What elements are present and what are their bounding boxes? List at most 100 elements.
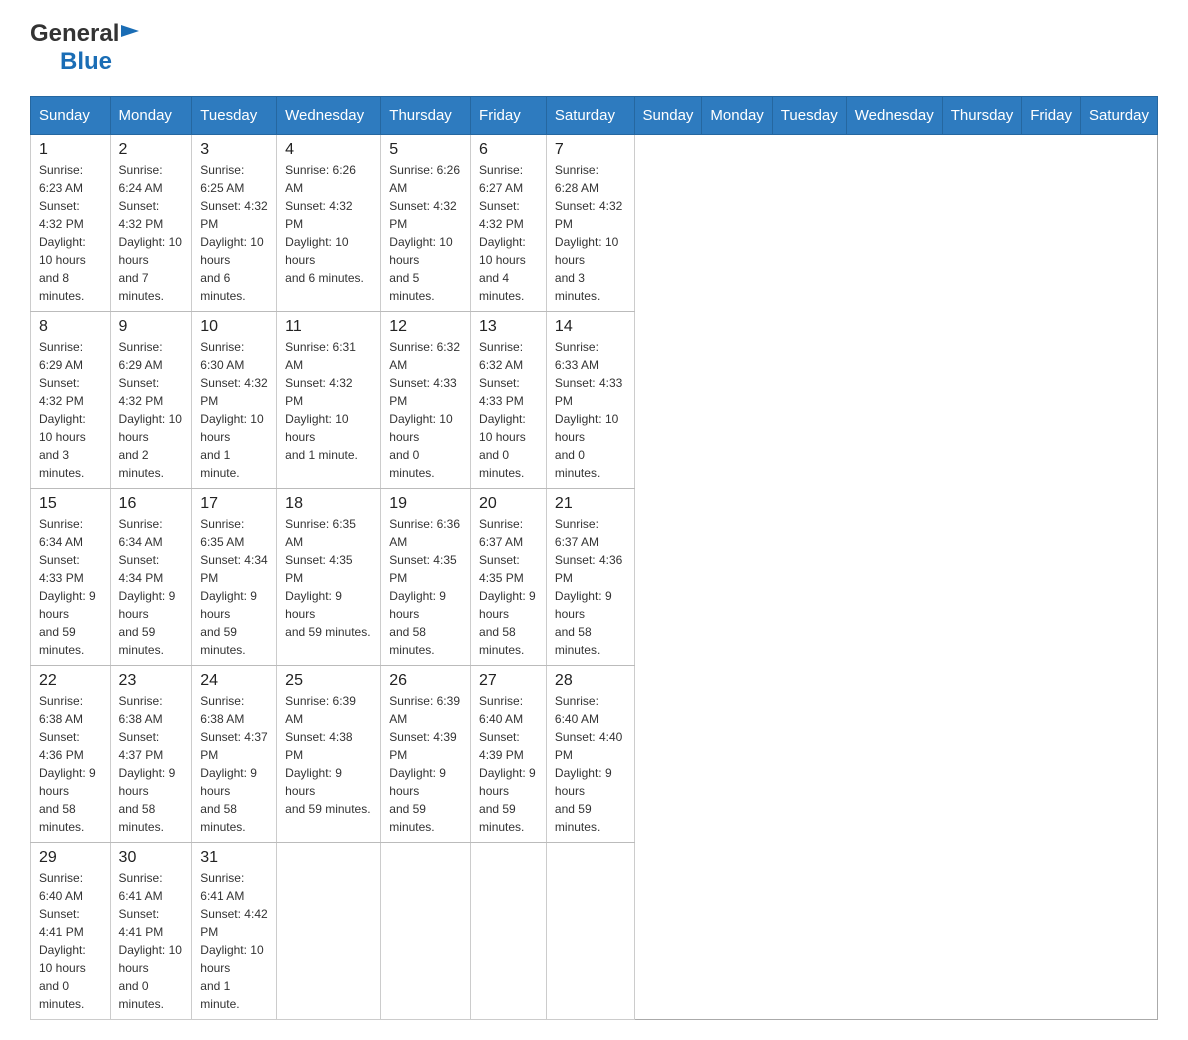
week-row-4: 22 Sunrise: 6:38 AMSunset: 4:36 PMDayligh… [31, 666, 1158, 843]
week-row-5: 29 Sunrise: 6:40 AMSunset: 4:41 PMDayligh… [31, 843, 1158, 1020]
day-info: Sunrise: 6:37 AMSunset: 4:35 PMDaylight:… [479, 515, 538, 659]
day-cell: 17Sunrise: 6:35 AMSunset: 4:34 PMDayligh… [192, 489, 277, 666]
day-number: 24 [200, 672, 268, 690]
weekday-saturday: Saturday [546, 97, 634, 135]
day-cell: 31Sunrise: 6:41 AMSunset: 4:42 PMDayligh… [192, 843, 277, 1020]
day-cell: 27 Sunrise: 6:40 AMSunset: 4:39 PMDayligh… [471, 666, 547, 843]
day-number: 25 [285, 672, 372, 690]
day-number: 4 [285, 141, 372, 159]
weekday-sunday: Sunday [31, 97, 111, 135]
day-number: 6 [479, 141, 538, 159]
day-number: 13 [479, 318, 538, 336]
weekday-header-saturday: Saturday [1080, 97, 1157, 135]
day-info: Sunrise: 6:23 AMSunset: 4:32 PMDaylight:… [39, 161, 102, 305]
day-number: 31 [200, 849, 268, 867]
day-cell: 28Sunrise: 6:40 AMSunset: 4:40 PMDayligh… [546, 666, 634, 843]
day-number: 15 [39, 495, 102, 513]
weekday-header-sunday: Sunday [634, 97, 702, 135]
day-info: Sunrise: 6:40 AMSunset: 4:41 PMDaylight:… [39, 869, 102, 1013]
day-info: Sunrise: 6:28 AMSunset: 4:32 PMDaylight:… [555, 161, 626, 305]
day-info: Sunrise: 6:38 AMSunset: 4:37 PMDaylight:… [119, 692, 184, 836]
week-row-1: 1 Sunrise: 6:23 AMSunset: 4:32 PMDaylight… [31, 135, 1158, 312]
weekday-header-friday: Friday [1022, 97, 1081, 135]
day-info: Sunrise: 6:40 AMSunset: 4:39 PMDaylight:… [479, 692, 538, 836]
day-cell: 25 Sunrise: 6:39 AMSunset: 4:38 PMDayligh… [277, 666, 381, 843]
weekday-header-monday: Monday [702, 97, 772, 135]
day-cell: 29 Sunrise: 6:40 AMSunset: 4:41 PMDayligh… [31, 843, 111, 1020]
day-number: 22 [39, 672, 102, 690]
day-cell: 19 Sunrise: 6:36 AMSunset: 4:35 PMDayligh… [381, 489, 471, 666]
day-cell: 12Sunrise: 6:32 AMSunset: 4:33 PMDayligh… [381, 312, 471, 489]
weekday-wednesday: Wednesday [277, 97, 381, 135]
day-number: 1 [39, 141, 102, 159]
day-number: 27 [479, 672, 538, 690]
day-number: 14 [555, 318, 626, 336]
day-cell: 21 Sunrise: 6:37 AMSunset: 4:36 PMDayligh… [546, 489, 634, 666]
day-cell: 30Sunrise: 6:41 AMSunset: 4:41 PMDayligh… [110, 843, 192, 1020]
day-info: Sunrise: 6:27 AMSunset: 4:32 PMDaylight:… [479, 161, 538, 305]
day-info: Sunrise: 6:34 AMSunset: 4:34 PMDaylight:… [119, 515, 184, 659]
day-number: 3 [200, 141, 268, 159]
day-cell: 10Sunrise: 6:30 AMSunset: 4:32 PMDayligh… [192, 312, 277, 489]
day-info: Sunrise: 6:38 AMSunset: 4:37 PMDaylight:… [200, 692, 268, 836]
weekday-friday: Friday [471, 97, 547, 135]
day-info: Sunrise: 6:39 AMSunset: 4:38 PMDaylight:… [285, 692, 372, 818]
day-info: Sunrise: 6:26 AMSunset: 4:32 PMDaylight:… [389, 161, 462, 305]
day-info: Sunrise: 6:25 AMSunset: 4:32 PMDaylight:… [200, 161, 268, 305]
day-info: Sunrise: 6:24 AMSunset: 4:32 PMDaylight:… [119, 161, 184, 305]
day-number: 12 [389, 318, 462, 336]
day-cell [471, 843, 547, 1020]
day-info: Sunrise: 6:32 AMSunset: 4:33 PMDaylight:… [479, 338, 538, 482]
day-info: Sunrise: 6:34 AMSunset: 4:33 PMDaylight:… [39, 515, 102, 659]
day-number: 26 [389, 672, 462, 690]
logo-general-text: General [30, 20, 119, 48]
day-info: Sunrise: 6:37 AMSunset: 4:36 PMDaylight:… [555, 515, 626, 659]
day-number: 19 [389, 495, 462, 513]
day-number: 18 [285, 495, 372, 513]
day-info: Sunrise: 6:35 AMSunset: 4:35 PMDaylight:… [285, 515, 372, 641]
weekday-header-tuesday: Tuesday [772, 97, 846, 135]
weekday-header-wednesday: Wednesday [846, 97, 942, 135]
day-number: 23 [119, 672, 184, 690]
day-cell: 7Sunrise: 6:28 AMSunset: 4:32 PMDaylight… [546, 135, 634, 312]
weekday-thursday: Thursday [381, 97, 471, 135]
day-number: 5 [389, 141, 462, 159]
day-cell [277, 843, 381, 1020]
day-number: 21 [555, 495, 626, 513]
day-info: Sunrise: 6:38 AMSunset: 4:36 PMDaylight:… [39, 692, 102, 836]
day-cell: 14 Sunrise: 6:33 AMSunset: 4:33 PMDayligh… [546, 312, 634, 489]
day-cell: 6 Sunrise: 6:27 AMSunset: 4:32 PMDaylight… [471, 135, 547, 312]
weekday-header-thursday: Thursday [942, 97, 1022, 135]
day-cell: 26 Sunrise: 6:39 AMSunset: 4:39 PMDayligh… [381, 666, 471, 843]
day-cell: 3 Sunrise: 6:25 AMSunset: 4:32 PMDaylight… [192, 135, 277, 312]
day-cell: 16 Sunrise: 6:34 AMSunset: 4:34 PMDayligh… [110, 489, 192, 666]
week-row-3: 15 Sunrise: 6:34 AMSunset: 4:33 PMDayligh… [31, 489, 1158, 666]
logo-blue-text: Blue [60, 48, 112, 76]
day-info: Sunrise: 6:39 AMSunset: 4:39 PMDaylight:… [389, 692, 462, 836]
logo: General Blue [30, 20, 139, 76]
day-number: 20 [479, 495, 538, 513]
day-cell: 15 Sunrise: 6:34 AMSunset: 4:33 PMDayligh… [31, 489, 111, 666]
day-number: 30 [119, 849, 184, 867]
day-number: 11 [285, 318, 372, 336]
day-cell: 13 Sunrise: 6:32 AMSunset: 4:33 PMDayligh… [471, 312, 547, 489]
week-row-2: 8Sunrise: 6:29 AMSunset: 4:32 PMDaylight… [31, 312, 1158, 489]
day-cell: 2 Sunrise: 6:24 AMSunset: 4:32 PMDaylight… [110, 135, 192, 312]
day-number: 10 [200, 318, 268, 336]
day-cell: 5 Sunrise: 6:26 AMSunset: 4:32 PMDaylight… [381, 135, 471, 312]
day-info: Sunrise: 6:36 AMSunset: 4:35 PMDaylight:… [389, 515, 462, 659]
day-info: Sunrise: 6:40 AMSunset: 4:40 PMDaylight:… [555, 692, 626, 836]
day-number: 16 [119, 495, 184, 513]
day-info: Sunrise: 6:33 AMSunset: 4:33 PMDaylight:… [555, 338, 626, 482]
day-cell: 22 Sunrise: 6:38 AMSunset: 4:36 PMDayligh… [31, 666, 111, 843]
day-info: Sunrise: 6:29 AMSunset: 4:32 PMDaylight:… [119, 338, 184, 482]
day-number: 2 [119, 141, 184, 159]
day-cell: 11Sunrise: 6:31 AMSunset: 4:32 PMDayligh… [277, 312, 381, 489]
day-cell: 20 Sunrise: 6:37 AMSunset: 4:35 PMDayligh… [471, 489, 547, 666]
weekday-monday: Monday [110, 97, 192, 135]
day-number: 29 [39, 849, 102, 867]
day-number: 17 [200, 495, 268, 513]
day-cell: 8Sunrise: 6:29 AMSunset: 4:32 PMDaylight… [31, 312, 111, 489]
day-cell: 18 Sunrise: 6:35 AMSunset: 4:35 PMDayligh… [277, 489, 381, 666]
weekday-header-row: SundayMondayTuesdayWednesdayThursdayFrid… [31, 97, 1158, 135]
